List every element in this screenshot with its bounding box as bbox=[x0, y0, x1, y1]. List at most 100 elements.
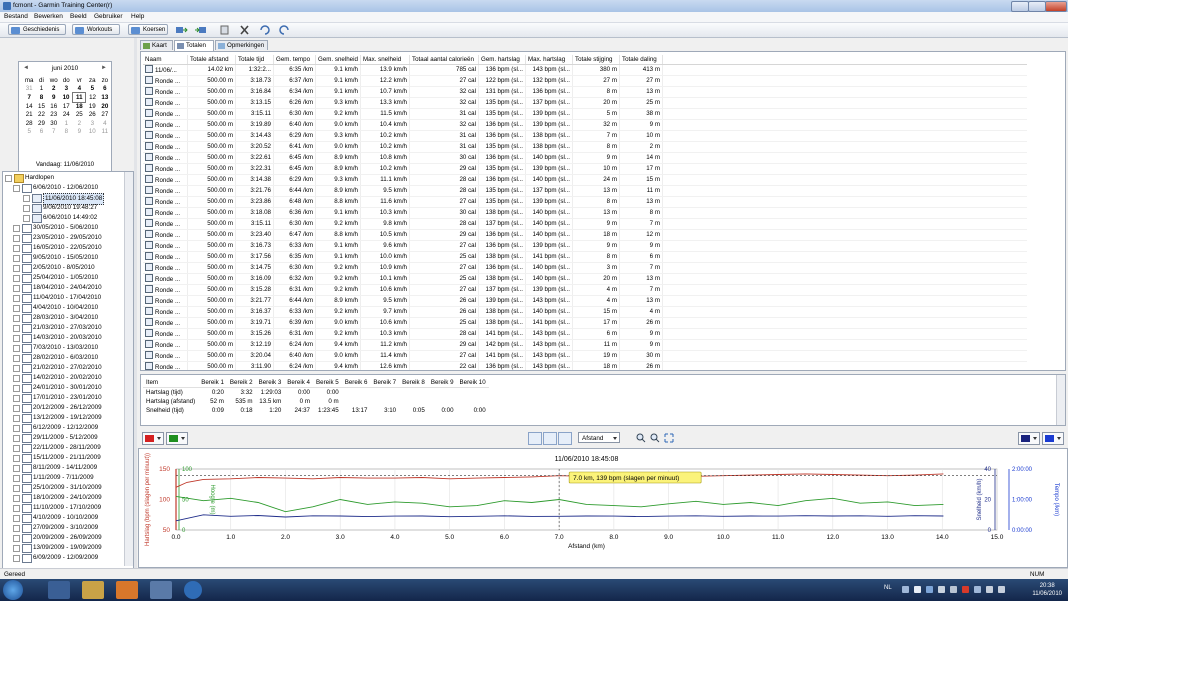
expand-icon[interactable] bbox=[5, 175, 12, 182]
zone-column-header[interactable]: Bereik 3 bbox=[255, 377, 285, 388]
lap-row[interactable]: Ronde ... 500.00 m 3:15.28 6:31 /km 9.2 km/h… bbox=[143, 284, 1027, 296]
next-month-icon[interactable]: ► bbox=[101, 65, 107, 71]
calendar-day[interactable]: 21 bbox=[23, 111, 35, 119]
expand-icon[interactable] bbox=[13, 295, 20, 302]
expand-icon[interactable] bbox=[13, 465, 20, 472]
column-header[interactable]: Gem. hartslag bbox=[478, 55, 526, 65]
zone-column-header[interactable]: Bereik 4 bbox=[284, 377, 313, 388]
calendar-day[interactable]: 15 bbox=[35, 102, 47, 111]
taskbar-clock[interactable]: 20:38 11/06/2010 bbox=[1032, 582, 1062, 598]
lap-row[interactable]: Ronde ... 500.00 m 3:15.26 6:31 /km 9.2 km/h… bbox=[143, 328, 1027, 340]
taskbar-media-icon[interactable] bbox=[116, 581, 138, 599]
zone-column-header[interactable]: Bereik 7 bbox=[370, 377, 400, 388]
workouts-button[interactable]: Workouts bbox=[72, 24, 120, 35]
network-icon[interactable] bbox=[986, 586, 993, 593]
lap-row[interactable]: Ronde ... 500.00 m 3:15.11 6:30 /km 9.2 km/h… bbox=[143, 108, 1027, 120]
send-to-device-icon[interactable] bbox=[175, 25, 188, 35]
lap-row[interactable]: Ronde ... 500.00 m 3:14.38 6:29 /km 9.3 km/h… bbox=[143, 174, 1027, 186]
calendar-day[interactable]: 7 bbox=[23, 93, 35, 102]
tab-opmerkingen[interactable]: Opmerkingen bbox=[215, 40, 268, 50]
import-icon[interactable] bbox=[218, 25, 231, 35]
calendar-day[interactable]: 5 bbox=[86, 84, 99, 93]
column-header[interactable]: Naam bbox=[143, 55, 188, 65]
lap-row[interactable]: Ronde ... 500.00 m 3:18.73 6:37 /km 9.1 km/h… bbox=[143, 75, 1027, 87]
expand-icon[interactable] bbox=[13, 495, 20, 502]
lap-row[interactable]: Ronde ... 500.00 m 3:16.73 6:33 /km 9.1 km/h… bbox=[143, 240, 1027, 252]
expand-icon[interactable] bbox=[13, 485, 20, 492]
lap-row[interactable]: 11/06/... 14.02 km 1:32:2... 6:35 /km 9.1 km… bbox=[143, 64, 1027, 76]
expand-icon[interactable] bbox=[13, 315, 20, 322]
lap-row[interactable]: Ronde ... 500.00 m 3:17.56 6:35 /km 9.1 km/h… bbox=[143, 251, 1027, 263]
lap-row[interactable]: Ronde ... 500.00 m 3:21.76 6:44 /km 8.9 km/h… bbox=[143, 185, 1027, 197]
calendar-day[interactable]: 31 bbox=[23, 84, 35, 93]
calendar-day[interactable]: 23 bbox=[48, 111, 60, 119]
split-view-icon[interactable] bbox=[543, 432, 557, 445]
zone-row[interactable]: Hartslag (tijd) 0:20 3:32 1:29:03 0:00 0:00 bbox=[143, 388, 489, 398]
calendar-day[interactable]: 7 bbox=[48, 127, 60, 135]
redo-icon[interactable] bbox=[278, 25, 291, 35]
calendar-day[interactable]: 4 bbox=[73, 84, 86, 93]
expand-icon[interactable] bbox=[13, 515, 20, 522]
calendar-day[interactable]: 14 bbox=[23, 102, 35, 111]
column-header[interactable]: Gem. snelheid bbox=[315, 55, 361, 65]
calendar-day[interactable]: 6 bbox=[99, 84, 111, 93]
lap-row[interactable]: Ronde ... 500.00 m 3:20.04 6:40 /km 9.0 km/h… bbox=[143, 350, 1027, 362]
tree-scrollbar[interactable] bbox=[124, 172, 133, 566]
lap-row[interactable]: Ronde ... 500.00 m 3:22.61 6:45 /km 8.9 km/h… bbox=[143, 152, 1027, 164]
menu-help[interactable]: Help bbox=[131, 13, 144, 20]
calendar-day[interactable]: 9 bbox=[48, 93, 60, 102]
lap-row[interactable]: Ronde ... 500.00 m 3:15.11 6:30 /km 9.2 km/h… bbox=[143, 218, 1027, 230]
tab-kaart[interactable]: Kaart bbox=[140, 40, 173, 50]
tray-icon-6[interactable] bbox=[962, 586, 969, 593]
lap-row[interactable]: Ronde ... 500.00 m 3:21.77 6:44 /km 8.9 km/h… bbox=[143, 295, 1027, 307]
lap-row[interactable]: Ronde ... 500.00 m 3:23.40 6:47 /km 8.8 km/h… bbox=[143, 229, 1027, 241]
calendar-day[interactable]: 16 bbox=[48, 102, 60, 111]
start-button[interactable] bbox=[3, 580, 23, 600]
expand-icon[interactable] bbox=[13, 415, 20, 422]
zone-row[interactable]: Hartslag (afstand) 52 m 535 m 13.5 km 0 m 0 m bbox=[143, 397, 489, 406]
zone-column-header[interactable]: Bereik 2 bbox=[226, 377, 256, 388]
column-header[interactable]: Max. snelheid bbox=[360, 55, 410, 65]
tray-icon-4[interactable] bbox=[938, 586, 945, 593]
calendar-day[interactable]: 4 bbox=[99, 119, 111, 127]
activity-chart[interactable]: 11/06/2010 18:45:08 0.0 1.0 2.0 3.0 4.0 5.0 6.0… bbox=[138, 448, 1068, 568]
taskbar-training-center-icon[interactable] bbox=[184, 581, 202, 599]
lap-row[interactable]: Ronde ... 500.00 m 3:22.31 6:45 /km 8.9 km/h… bbox=[143, 163, 1027, 175]
expand-icon[interactable] bbox=[13, 355, 20, 362]
column-header[interactable]: Totale tijd bbox=[235, 55, 274, 65]
menu-gebruiker[interactable]: Gebruiker bbox=[94, 13, 123, 20]
expand-icon[interactable] bbox=[13, 225, 20, 232]
column-header[interactable]: Totaal aantal calorieën bbox=[409, 55, 479, 65]
calendar-day[interactable]: 25 bbox=[73, 111, 86, 119]
calendar-day[interactable]: 8 bbox=[60, 127, 73, 135]
calendar-day[interactable]: 8 bbox=[35, 93, 47, 102]
expand-icon[interactable] bbox=[13, 545, 20, 552]
expand-icon[interactable] bbox=[13, 255, 20, 262]
menu-beeld[interactable]: Beeld bbox=[70, 13, 87, 20]
lap-row[interactable]: Ronde ... 500.00 m 3:18.08 6:36 /km 9.1 km/h… bbox=[143, 207, 1027, 219]
taskbar-explorer-icon[interactable] bbox=[82, 581, 104, 599]
calendar-day[interactable]: 24 bbox=[60, 111, 73, 119]
expand-icon[interactable] bbox=[23, 195, 30, 202]
x-axis-select[interactable]: Afstand bbox=[578, 432, 620, 443]
expand-icon[interactable] bbox=[13, 375, 20, 382]
delete-icon[interactable] bbox=[238, 25, 251, 35]
expand-icon[interactable] bbox=[13, 265, 20, 272]
column-header[interactable]: Totale stijging bbox=[572, 55, 620, 65]
expand-icon[interactable] bbox=[13, 385, 20, 392]
volume-icon[interactable] bbox=[998, 586, 1005, 593]
zone-column-header[interactable]: Bereik 1 bbox=[198, 377, 227, 388]
expand-icon[interactable] bbox=[13, 245, 20, 252]
calendar-today[interactable]: Vandaag: 11/06/2010 bbox=[19, 161, 111, 168]
lap-row[interactable]: Ronde ... 500.00 m 3:19.89 6:40 /km 9.0 km/h… bbox=[143, 119, 1027, 131]
calendar-day[interactable]: 22 bbox=[35, 111, 47, 119]
language-indicator[interactable]: NL bbox=[884, 585, 892, 591]
calendar-day[interactable]: 12 bbox=[86, 93, 99, 102]
lap-row[interactable]: Ronde ... 500.00 m 3:23.86 6:48 /km 8.8 km/h… bbox=[143, 196, 1027, 208]
lap-row[interactable]: Ronde ... 500.00 m 3:14.75 6:30 /km 9.2 km/h… bbox=[143, 262, 1027, 274]
tray-icon-5[interactable] bbox=[950, 586, 957, 593]
menu-bestand[interactable]: Bestand bbox=[4, 13, 28, 20]
calendar-day[interactable]: 5 bbox=[23, 127, 35, 135]
calendar-day[interactable]: 28 bbox=[23, 119, 35, 127]
calendar-day[interactable]: 30 bbox=[48, 119, 60, 127]
